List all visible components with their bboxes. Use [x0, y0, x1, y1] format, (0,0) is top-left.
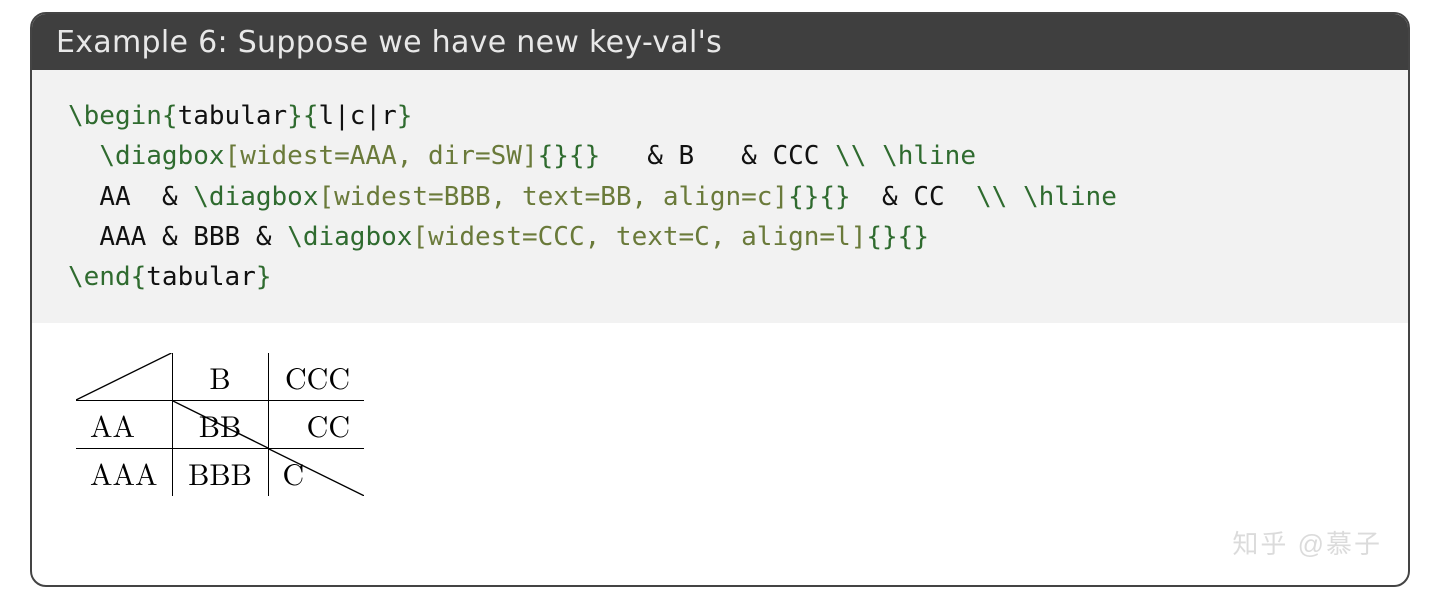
- example-frame: Example 6: Suppose we have new key-val's…: [30, 12, 1410, 587]
- code-line-3: AA & \diagbox[widest=BBB, text=BB, align…: [99, 182, 1117, 212]
- code-line-5: \end{tabular}: [68, 262, 272, 292]
- cmd-diagbox: \diagbox: [193, 182, 318, 212]
- code-line-4: AAA & BBB & \diagbox[widest=CCC, text=C,…: [99, 222, 929, 252]
- cell: AAA: [76, 449, 172, 497]
- cell: CCC: [268, 353, 364, 401]
- table-row: AA BB CC: [76, 401, 364, 449]
- cell: B: [172, 353, 268, 401]
- table-row: AAA BBB C: [76, 449, 364, 497]
- cell: AA: [76, 401, 172, 449]
- rendered-table-area: B CCC AA BB CC AAA BBB: [32, 323, 1408, 496]
- cmd-begin: \begin: [68, 101, 162, 131]
- diagbox-sw-icon: [76, 353, 172, 400]
- cmd-end: \end: [68, 262, 131, 292]
- table-row: B CCC: [76, 353, 364, 401]
- rendered-table: B CCC AA BB CC AAA BBB: [76, 353, 364, 496]
- cell: BBB: [172, 449, 268, 497]
- cmd-hline: \hline: [1023, 182, 1117, 212]
- example-titlebar: Example 6: Suppose we have new key-val's: [32, 14, 1408, 70]
- cell-diag-sw: [76, 353, 172, 401]
- cmd-diagbox: \diagbox: [99, 141, 224, 171]
- cell: CC: [268, 401, 364, 449]
- cmd-hline: \hline: [882, 141, 976, 171]
- code-line-1: \begin{tabular}{l|c|r}: [68, 101, 412, 131]
- cell-diag-c: BB: [172, 401, 268, 449]
- cmd-diagbox: \diagbox: [287, 222, 412, 252]
- example-title: Example 6: Suppose we have new key-val's: [56, 25, 722, 60]
- code-line-2: \diagbox[widest=AAA, dir=SW]{}{} & B & C…: [99, 141, 976, 171]
- latex-code-block: \begin{tabular}{l|c|r} \diagbox[widest=A…: [32, 70, 1408, 323]
- cell-diag-l: C: [268, 449, 364, 497]
- watermark-text: 知乎 @慕子: [1232, 524, 1382, 561]
